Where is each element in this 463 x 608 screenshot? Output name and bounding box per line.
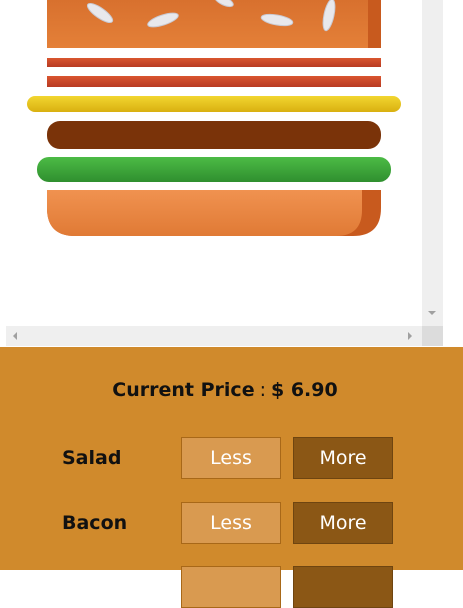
ingredient-row-bacon: Bacon Less More: [0, 502, 463, 544]
horizontal-scrollbar[interactable]: [6, 326, 422, 346]
partial-more-button[interactable]: [293, 566, 393, 608]
bacon-layer-2: [47, 76, 381, 87]
controls-panel: Current Price: $ 6.90 Salad Less More Bac…: [0, 347, 463, 608]
salad-more-button[interactable]: More: [293, 437, 393, 479]
bottom-bun: [47, 190, 381, 236]
scroll-right-arrow-icon[interactable]: [408, 332, 412, 340]
price-separator: :: [259, 379, 266, 401]
scroll-down-arrow-icon[interactable]: [428, 311, 436, 315]
salad-less-button[interactable]: Less: [181, 437, 281, 479]
bacon-layer-1: [47, 58, 381, 67]
scroll-left-arrow-icon[interactable]: [13, 332, 17, 340]
burger-preview-viewport: [0, 0, 463, 347]
scrollbar-corner: [422, 326, 443, 346]
ingredient-label-salad: Salad: [62, 447, 122, 469]
current-price: Current Price: $ 6.90: [0, 379, 450, 401]
ingredient-label-bacon: Bacon: [62, 512, 128, 534]
ingredient-row-salad: Salad Less More: [0, 437, 463, 479]
price-label: Current Price: [112, 379, 255, 401]
patty-layer: [47, 121, 381, 149]
ingredient-row-partial: [0, 566, 463, 608]
top-bun: [47, 0, 381, 48]
partial-less-button[interactable]: [181, 566, 281, 608]
price-value: $ 6.90: [270, 379, 338, 401]
burger-illustration: [27, 0, 401, 236]
vertical-scrollbar[interactable]: [422, 0, 443, 326]
lettuce-layer: [37, 157, 391, 182]
cheese-layer: [27, 96, 401, 112]
bacon-less-button[interactable]: Less: [181, 502, 281, 544]
bacon-more-button[interactable]: More: [293, 502, 393, 544]
